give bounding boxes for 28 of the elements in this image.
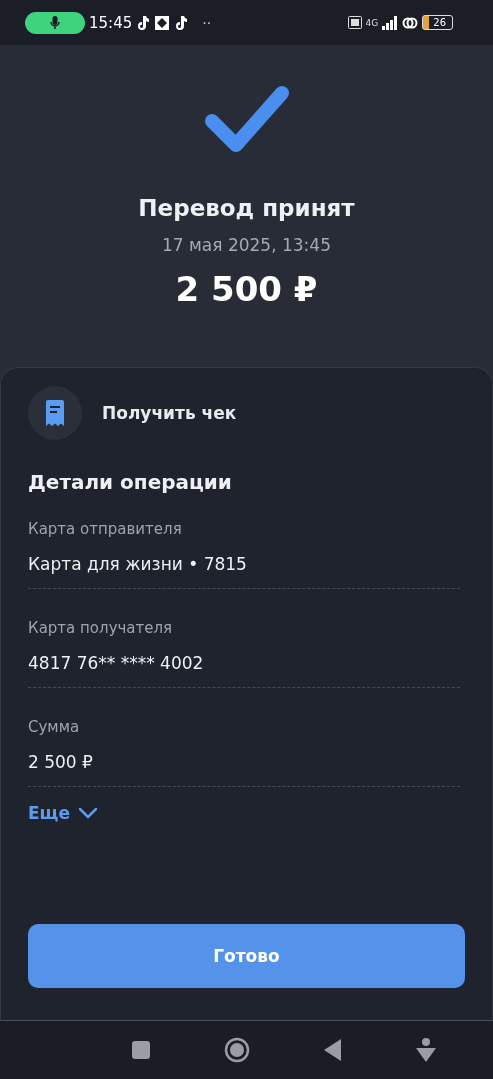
music-note-icon xyxy=(136,14,151,31)
get-receipt-link[interactable]: Получить чек xyxy=(102,403,237,423)
status-time: 15:45 xyxy=(89,13,133,32)
volte-icon xyxy=(347,16,362,29)
transfer-date: 17 мая 2025, 13:45 xyxy=(162,235,331,255)
network-type: 4G xyxy=(365,17,379,28)
back-icon[interactable] xyxy=(324,1039,342,1061)
field-value: Карта для жизни • 7815 xyxy=(28,554,248,574)
chevron-down-icon xyxy=(77,807,98,819)
more-toggle[interactable]: Еще xyxy=(28,803,98,823)
status-title: Перевод принят xyxy=(138,195,355,221)
microphone-indicator xyxy=(25,11,85,34)
transfer-amount: 2 500 ₽ xyxy=(175,269,318,309)
section-title: Детали операции xyxy=(28,470,233,494)
accessibility-icon[interactable] xyxy=(416,1038,436,1062)
field-value: 2 500 ₽ xyxy=(28,752,94,772)
field-value: 4817 76** **** 4002 xyxy=(28,653,205,673)
field-label: Карта отправителя xyxy=(28,520,183,538)
field-label: Сумма xyxy=(28,718,81,736)
signal-icon xyxy=(382,15,399,30)
field-label: Карта получателя xyxy=(28,619,174,637)
music-note-icon xyxy=(174,14,189,31)
battery-level: 26 xyxy=(422,15,453,30)
app-icon xyxy=(154,14,171,31)
more-notifications: ·· xyxy=(202,14,212,31)
home-icon[interactable] xyxy=(224,1037,250,1063)
done-button[interactable]: Готово xyxy=(28,924,465,988)
checkmark-icon xyxy=(203,85,290,155)
